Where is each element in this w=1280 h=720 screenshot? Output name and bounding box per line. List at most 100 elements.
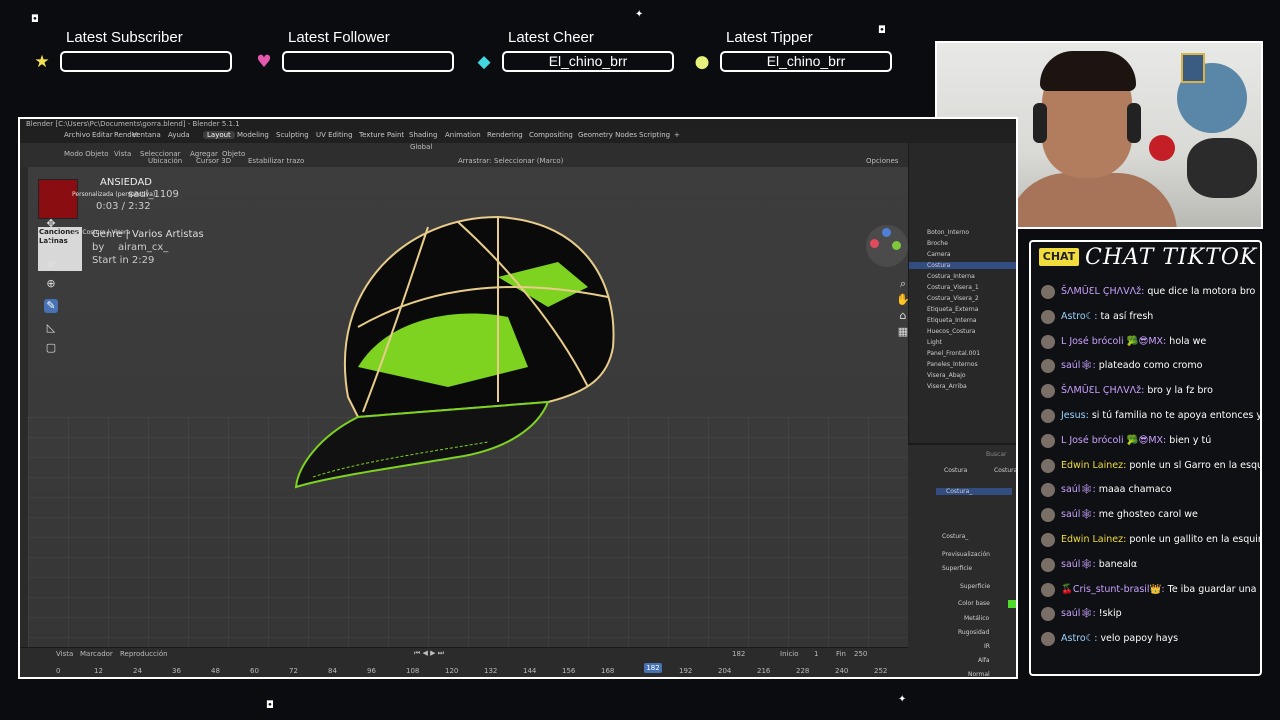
tab-layout[interactable]: Layout <box>203 131 235 139</box>
avatar <box>1041 533 1055 547</box>
options-dropdown[interactable]: Opciones <box>866 157 898 165</box>
metallic-label: Metálico <box>964 615 990 622</box>
cursor-dropdown[interactable]: Cursor 3D <box>196 157 231 165</box>
menu-bar: Archivo Editar Render Ventana Ayuda Layo… <box>20 129 1016 143</box>
chat-username: L José brócoli 🥦😎MX: <box>1061 335 1167 347</box>
sparkle-icon: ✦ <box>635 9 644 20</box>
menu-edit[interactable]: Editar <box>92 131 113 139</box>
outliner-item[interactable]: Paneles_Internos <box>927 361 978 368</box>
chat-message-content: ŠΛMŪƐL ÇHΛVΛž: que dice la motora bro <box>1061 283 1255 301</box>
mode-dropdown[interactable]: Modo Objeto <box>64 150 109 158</box>
properties-search[interactable]: Buscar <box>986 451 1007 458</box>
outliner-item[interactable]: Boton_Interno <box>927 229 969 236</box>
chat-text: que dice la motora bro <box>1147 286 1256 297</box>
chat-username: Edwin Lainez: <box>1061 459 1127 471</box>
chat-message: ŠΛMŪƐL ÇHΛVΛž: bro y la fz bro <box>1041 382 1260 400</box>
preview-section[interactable]: Previsualización <box>942 551 990 558</box>
tab-compositing[interactable]: Compositing <box>529 131 573 139</box>
cap-visor <box>294 400 550 489</box>
avatar <box>1041 285 1055 299</box>
timeline-view-menu[interactable]: Vista <box>56 650 73 658</box>
avatar <box>1041 458 1055 473</box>
tab-sculpting[interactable]: Sculpting <box>276 131 309 139</box>
tab-uv-editing[interactable]: UV Editing <box>316 131 353 139</box>
outliner-item[interactable]: Light <box>927 339 942 346</box>
timeline-tick: 0 <box>56 667 61 675</box>
avatar <box>1041 557 1055 572</box>
chat-message-content: saúl🕸: banealα <box>1061 556 1137 574</box>
webcam-plush <box>1187 138 1257 198</box>
tab-shading[interactable]: Shading <box>409 131 437 139</box>
chat-message: Jesus: si tú familia no te apoya entonce… <box>1041 407 1262 425</box>
drag-dropdown[interactable]: Seleccionar (Marco) <box>494 157 563 165</box>
heart-icon: ♥ <box>256 52 272 72</box>
add-workspace-icon[interactable]: + <box>674 131 680 139</box>
end-frame-label: Fin <box>836 650 846 658</box>
3d-viewport[interactable]: ANSIEDAD saul_1109 0:03 / 2:32 Personali… <box>28 167 908 647</box>
tab-geometry-nodes[interactable]: Geometry Nodes <box>578 131 637 139</box>
material-slot[interactable]: Costura_ <box>936 488 1012 495</box>
orientation-dropdown[interactable]: Global <box>410 143 432 151</box>
tab-texture-paint[interactable]: Texture Paint <box>359 131 404 139</box>
roughness-label: Rugosidad <box>958 629 990 636</box>
tab-animation[interactable]: Animation <box>445 131 481 139</box>
chat-panel: CHAT CHAT TIKTOK ŠΛMŪƐL ÇHΛVΛž: que dice… <box>1029 240 1262 676</box>
play-controls[interactable]: ⏮ ◀ ▶ ⏭ <box>414 649 444 658</box>
sparkle-icon: ◘ <box>266 700 274 711</box>
surface-section[interactable]: Superficie <box>942 565 972 572</box>
tab-modeling[interactable]: Modeling <box>237 131 269 139</box>
menu-help[interactable]: Ayuda <box>168 131 190 139</box>
outliner-item[interactable]: Broche <box>927 240 948 247</box>
outliner-item[interactable]: Visera_Arriba <box>927 383 967 390</box>
headset-icon <box>1033 103 1047 143</box>
menu-window[interactable]: Ventana <box>132 131 161 139</box>
chat-message-content: saúl🕸: plateado como cromo <box>1061 357 1202 375</box>
sparkle-icon: ✦ <box>898 694 907 705</box>
timeline-playhead[interactable]: 182 <box>644 663 662 673</box>
chat-username: saúl🕸: <box>1061 608 1096 620</box>
chat-text: !skip <box>1098 608 1122 620</box>
outliner-item-selected[interactable]: Costura <box>909 262 1016 269</box>
outliner-item[interactable]: Huecos_Costura <box>927 328 975 335</box>
outliner-item[interactable]: Costura_Visera_2 <box>927 295 979 302</box>
material-name-field[interactable]: Costura_ <box>942 533 968 540</box>
base-color-swatch[interactable] <box>1008 600 1016 608</box>
end-frame-field[interactable]: 250 <box>854 650 867 658</box>
timeline-tick: 252 <box>874 667 888 675</box>
outliner-item[interactable]: Etiqueta_Interna <box>927 317 977 324</box>
chat-text: si tú familia no te apoya entonces yo s <box>1091 410 1262 421</box>
timeline-tick: 240 <box>835 667 849 675</box>
menu-file[interactable]: Archivo <box>64 131 90 139</box>
timeline-tick: 132 <box>484 667 498 675</box>
timeline-playback-menu[interactable]: Reproducción <box>120 650 168 658</box>
avatar <box>1041 483 1055 498</box>
outliner-item[interactable]: Etiqueta_Externa <box>927 306 978 313</box>
chat-text: maaa chamaco <box>1098 484 1172 496</box>
outliner-item[interactable]: Visera_Abajo <box>927 372 966 379</box>
alert-label: Latest Subscriber <box>66 29 183 46</box>
tab-scripting[interactable]: Scripting <box>639 131 670 139</box>
alert-value <box>282 51 454 72</box>
outliner-item[interactable]: Panel_Frontal.001 <box>927 350 980 357</box>
timeline-tick: 168 <box>601 667 615 675</box>
current-frame-field[interactable]: 182 <box>732 650 745 658</box>
timeline-marker-menu[interactable]: Marcador <box>80 650 113 658</box>
chat-message: saúl🕸: banealα <box>1041 556 1260 574</box>
timeline-tick: 120 <box>445 667 459 675</box>
pivot-dropdown[interactable]: Ubicación <box>148 157 182 165</box>
outliner-item[interactable]: Costura_Visera_1 <box>927 284 979 291</box>
start-frame-field[interactable]: 1 <box>814 650 818 658</box>
cap-model[interactable] <box>28 167 908 647</box>
base-color-label: Color base <box>958 600 990 607</box>
alert-value <box>60 51 232 72</box>
chat-text: banealα <box>1098 558 1138 570</box>
tab-rendering[interactable]: Rendering <box>487 131 523 139</box>
chat-message-content: Astro☾: velo papoy hays <box>1061 630 1178 648</box>
avatar <box>1041 334 1055 349</box>
chat-text: ta así fresh <box>1100 310 1154 322</box>
outliner-item[interactable]: Camera <box>927 251 951 258</box>
alert-label: Latest Cheer <box>508 29 594 46</box>
menu-view[interactable]: Vista <box>114 150 131 158</box>
outliner-item[interactable]: Costura_Interna <box>927 273 975 280</box>
snap-toggle[interactable]: Estabilizar trazo <box>248 157 304 165</box>
